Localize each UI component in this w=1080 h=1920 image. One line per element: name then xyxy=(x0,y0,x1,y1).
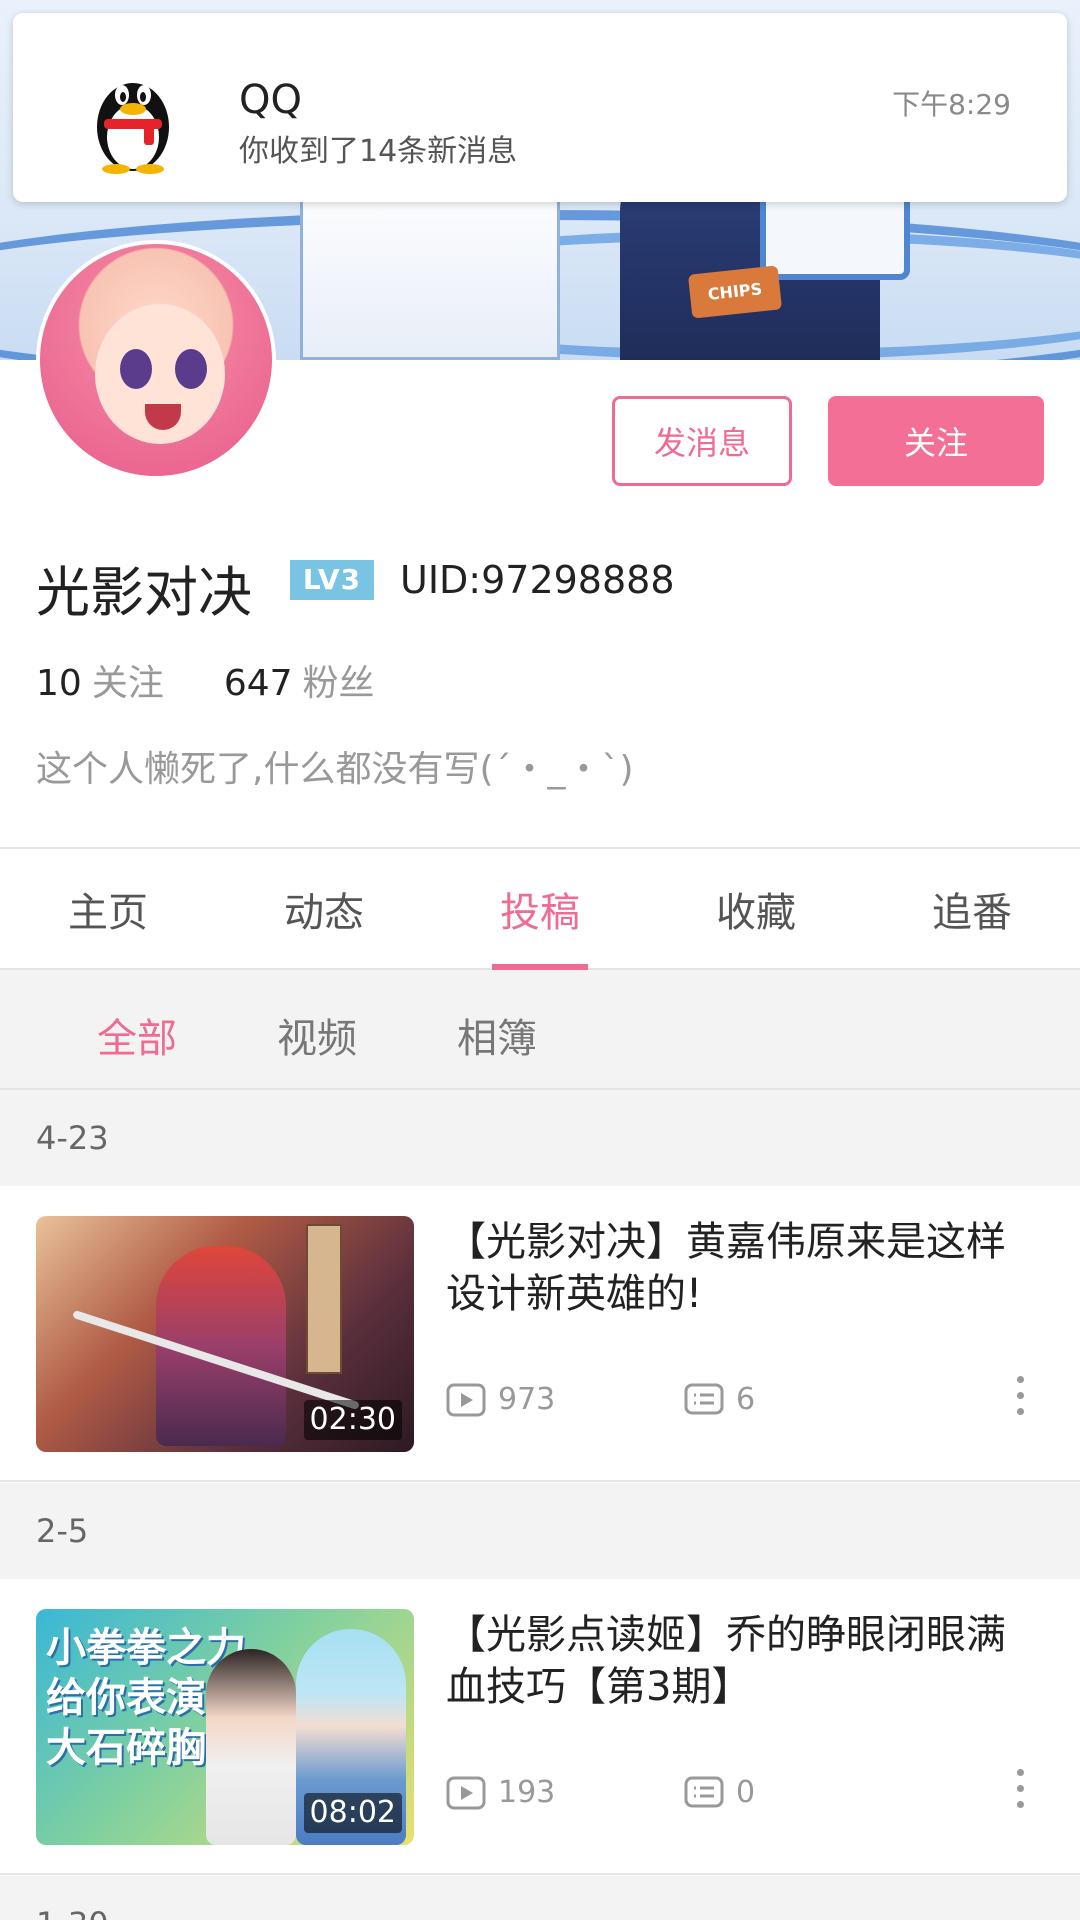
play-count: 973 xyxy=(446,1382,555,1417)
video-duration: 02:30 xyxy=(303,1400,402,1440)
play-count-value: 973 xyxy=(498,1382,556,1417)
tab-favorites[interactable]: 收藏 xyxy=(648,849,864,968)
qq-penguin-icon xyxy=(97,83,169,174)
more-options-icon[interactable] xyxy=(1008,1769,1032,1819)
username: 光影对决 xyxy=(36,561,252,624)
fans-label: 粉丝 xyxy=(302,663,375,704)
follow-stats: 10 关注 647 粉丝 xyxy=(36,654,435,706)
tab-anime-follow[interactable]: 追番 xyxy=(864,849,1080,968)
notification-app-name: QQ xyxy=(239,77,302,123)
video-title[interactable]: 【光影点读姬】乔的睁眼闭眼满血技巧【第3期】 xyxy=(446,1609,1026,1713)
comment-count-value: 6 xyxy=(736,1382,756,1417)
user-bio: 这个人懒死了,什么都没有写(´・_・`) xyxy=(36,749,634,790)
user-id: UID:97298888 xyxy=(400,558,675,602)
tab-home[interactable]: 主页 xyxy=(0,849,216,968)
notification-time: 下午8:29 xyxy=(892,88,1011,121)
comment-icon xyxy=(684,1776,724,1807)
tab-dynamics[interactable]: 动态 xyxy=(216,849,432,968)
notification-message: 你收到了14条新消息 xyxy=(239,134,518,169)
filter-all[interactable]: 全部 xyxy=(97,1006,177,1064)
qq-notification[interactable]: QQ 你收到了14条新消息 下午8:29 xyxy=(13,13,1067,202)
following-stat[interactable]: 10 关注 xyxy=(36,654,164,706)
video-title[interactable]: 【光影对决】黄嘉伟原来是这样设计新英雄的! xyxy=(446,1216,1026,1320)
tab-submissions[interactable]: 投稿 xyxy=(432,849,648,970)
more-options-icon[interactable] xyxy=(1008,1376,1032,1426)
fans-stat[interactable]: 647 粉丝 xyxy=(224,654,375,706)
play-count-value: 193 xyxy=(498,1775,556,1810)
avatar[interactable] xyxy=(36,240,276,480)
comment-count-value: 0 xyxy=(736,1775,756,1810)
profile-tabs: 主页 动态 投稿 收藏 追番 xyxy=(0,847,1080,970)
date-header: 2-5 xyxy=(0,1483,1080,1579)
play-count: 193 xyxy=(446,1775,555,1810)
video-item[interactable]: 02:30 【光影对决】黄嘉伟原来是这样设计新英雄的! 973 6 xyxy=(0,1186,1080,1482)
play-icon xyxy=(446,1383,486,1416)
filter-videos[interactable]: 视频 xyxy=(277,1006,357,1064)
following-label: 关注 xyxy=(91,663,164,704)
filter-albums[interactable]: 相簿 xyxy=(457,1006,537,1064)
video-item[interactable]: 小拳拳之力给你表演个大石碎胸口 08:02 【光影点读姬】乔的睁眼闭眼满血技巧【… xyxy=(0,1579,1080,1875)
following-count: 10 xyxy=(36,663,82,704)
level-badge: LV3 xyxy=(290,560,374,600)
play-icon xyxy=(446,1776,486,1809)
send-message-button[interactable]: 发消息 xyxy=(612,396,792,486)
date-header: 1-30 xyxy=(0,1876,1080,1920)
comment-count: 6 xyxy=(684,1382,755,1417)
submission-filter: 全部 视频 相簿 xyxy=(0,970,1080,1090)
video-thumbnail[interactable]: 小拳拳之力给你表演个大石碎胸口 08:02 xyxy=(36,1609,414,1845)
comment-icon xyxy=(684,1383,724,1414)
video-duration: 08:02 xyxy=(303,1793,402,1833)
date-header: 4-23 xyxy=(0,1090,1080,1186)
follow-button[interactable]: 关注 xyxy=(828,396,1044,486)
comment-count: 0 xyxy=(684,1775,755,1810)
banner-chips-bag: CHIPS xyxy=(687,265,783,319)
fans-count: 647 xyxy=(223,663,293,704)
video-thumbnail[interactable]: 02:30 xyxy=(36,1216,414,1452)
